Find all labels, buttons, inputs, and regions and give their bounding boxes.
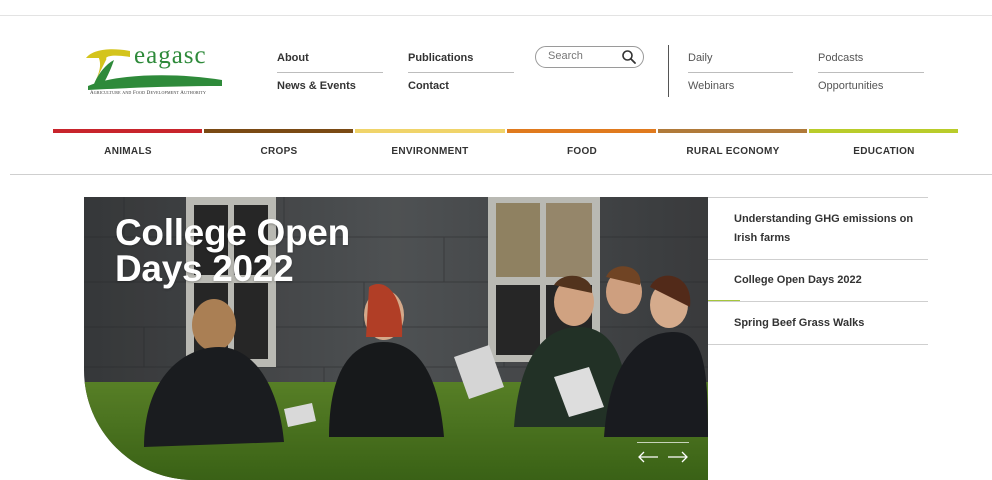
category-food[interactable]: FOOD: [507, 146, 657, 157]
category-bar-crops: [204, 129, 353, 133]
nav-publications[interactable]: Publications: [408, 52, 473, 64]
story-title: Understanding GHG emissions on Irish far…: [734, 212, 914, 244]
story-item[interactable]: Spring Beef Grass Walks: [708, 301, 928, 345]
nav-about[interactable]: About: [277, 52, 309, 64]
teagasc-logo[interactable]: eagasc Agriculture and Food Development …: [84, 42, 234, 100]
logo-tagline: Agriculture and Food Development Authori…: [90, 91, 207, 96]
story-title: Spring Beef Grass Walks: [734, 316, 865, 329]
utility-separator: [668, 45, 669, 97]
category-bar-animals: [53, 129, 202, 133]
nav-divider: [277, 72, 383, 73]
nav-bottom-border: [10, 174, 992, 175]
hero-arrow-divider: [637, 442, 689, 443]
nav-divider: [408, 72, 514, 73]
hero-slide[interactable]: College Open Days 2022: [84, 197, 708, 480]
logo-wordmark: eagasc: [134, 42, 207, 69]
search-box[interactable]: [535, 46, 644, 68]
category-bar-environment: [355, 129, 505, 133]
nav-news-events[interactable]: News & Events: [277, 80, 356, 92]
hero-next-button[interactable]: [667, 449, 689, 465]
category-environment[interactable]: ENVIRONMENT: [355, 146, 505, 157]
nav-contact[interactable]: Contact: [408, 80, 449, 92]
category-crops[interactable]: CROPS: [204, 146, 354, 157]
category-animals[interactable]: ANIMALS: [53, 146, 203, 157]
arrow-right-icon: [668, 451, 688, 463]
featured-stories-list: Understanding GHG emissions on Irish far…: [708, 197, 928, 345]
story-title: College Open Days 2022: [734, 274, 862, 286]
nav-podcasts[interactable]: Podcasts: [818, 52, 863, 64]
hero-prev-button[interactable]: [637, 449, 659, 465]
nav-daily[interactable]: Daily: [688, 52, 712, 64]
search-icon[interactable]: [621, 49, 637, 65]
hero-title: College Open Days 2022: [115, 212, 350, 289]
category-education[interactable]: EDUCATION: [809, 146, 959, 157]
header-top-border: [0, 15, 992, 16]
nav-divider: [818, 72, 924, 73]
nav-opportunities[interactable]: Opportunities: [818, 80, 883, 92]
nav-webinars[interactable]: Webinars: [688, 80, 734, 92]
category-rural-economy[interactable]: RURAL ECONOMY: [658, 146, 808, 157]
category-bar-rural-economy: [658, 129, 807, 133]
story-item-active[interactable]: College Open Days 2022: [708, 259, 928, 302]
nav-divider: [688, 72, 793, 73]
story-item[interactable]: Understanding GHG emissions on Irish far…: [708, 197, 928, 259]
category-bar-food: [507, 129, 656, 133]
arrow-left-icon: [638, 451, 658, 463]
search-input[interactable]: [548, 50, 618, 62]
category-bar-education: [809, 129, 958, 133]
